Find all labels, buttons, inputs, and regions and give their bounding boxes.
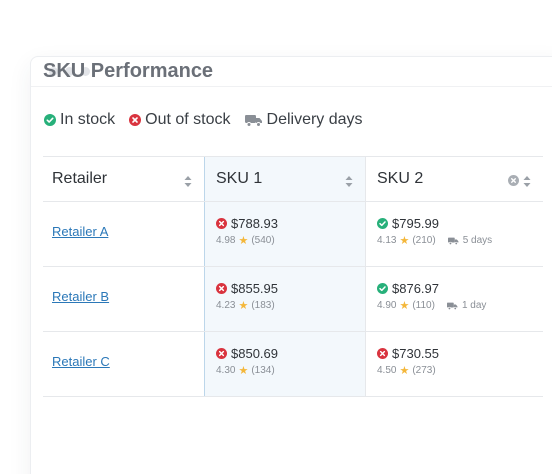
sku2-cell: $795.99 4.13 ★ (210) 5 days [365,202,543,266]
page-title: SKU Performance [43,60,214,82]
rating: 4.23 [216,300,236,311]
column-header-retailer[interactable]: Retailer [43,157,204,201]
sort-icon[interactable] [345,174,353,192]
column-header-label: SKU 2 [377,170,424,187]
price-line: $876.97 [377,281,439,296]
sku2-cell: $876.97 4.90 ★ (110) 1 day [365,267,543,331]
retailer-link[interactable]: Retailer A [52,224,108,239]
legend-delivery-days-label: Delivery days [266,111,363,128]
remove-column-icon[interactable] [508,173,519,191]
rating-line: 4.50 ★ (273) [377,364,436,377]
star-icon: ★ [238,300,249,312]
price: $855.95 [231,281,278,296]
legend-out-of-stock: Out of stock [129,111,231,129]
in-stock-icon [377,283,388,294]
review-count: (134) [251,365,275,376]
rating: 4.50 [377,365,397,376]
rating-line: 4.23 ★ (183) [216,299,275,312]
column-header-sku1[interactable]: SKU 1 [204,157,365,201]
star-icon: ★ [399,365,410,377]
rating-line: 4.98 ★ (540) [216,234,275,247]
column-header-sku2[interactable]: SKU 2 [365,157,543,201]
sku2-cell: $730.55 4.50 ★ (273) [365,332,543,396]
delivery-days: 1 day [461,300,487,311]
column-header-label: Retailer [52,170,108,187]
sku1-cell: $855.95 4.23 ★ (183) [204,267,365,331]
rating: 4.90 [377,300,397,311]
price: $795.99 [392,216,439,231]
retailer-cell: Retailer B [43,267,204,331]
sort-icon[interactable] [523,174,531,192]
legend: In stock Out of stock Delivery days [44,111,377,129]
price-line: $795.99 [377,216,439,231]
out-of-stock-icon [377,348,388,359]
rating: 4.30 [216,365,236,376]
retailer-link[interactable]: Retailer B [52,289,109,304]
rating-line: 4.13 ★ (210) 5 days [377,234,492,247]
star-icon: ★ [399,235,410,247]
x-circle-icon [129,114,142,126]
review-count: (273) [412,365,436,376]
table-row: Retailer A $788.93 4.98 ★ (540) $795.99 … [43,202,543,267]
rating-line: 4.90 ★ (110) 1 day [377,299,486,312]
price: $730.55 [392,346,439,361]
sku1-cell: $788.93 4.98 ★ (540) [204,202,365,266]
price-line: $850.69 [216,346,278,361]
review-count: (210) [412,235,436,246]
truck-icon [447,237,459,245]
out-of-stock-icon [216,218,227,229]
check-circle-icon [44,114,56,126]
retailer-cell: Retailer A [43,202,204,266]
retailer-cell: Retailer C [43,332,204,396]
table-row: Retailer B $855.95 4.23 ★ (183) $876.97 … [43,267,543,332]
price: $788.93 [231,216,278,231]
truck-icon [244,114,263,127]
table-row: Retailer C $850.69 4.30 ★ (134) $730.55 … [43,332,543,397]
delivery-days: 5 days [462,235,493,246]
star-icon: ★ [238,365,249,377]
retailer-link[interactable]: Retailer C [52,354,110,369]
delivery-info: 1 day [446,300,487,311]
star-icon: ★ [399,300,410,312]
review-count: (183) [251,300,275,311]
truck-icon [446,302,458,310]
rating: 4.98 [216,235,236,246]
legend-delivery-days: Delivery days [244,111,363,129]
sort-icon[interactable] [184,174,192,192]
sku-table: Retailer SKU 1 SKU 2 Retailer A $788.93 … [43,156,543,397]
star-icon: ★ [238,235,249,247]
in-stock-icon [377,218,388,229]
column-header-label: SKU 1 [216,170,263,187]
out-of-stock-icon [216,348,227,359]
legend-in-stock: In stock [44,111,115,129]
delivery-info: 5 days [447,235,493,246]
price-line: $730.55 [377,346,439,361]
review-count: (110) [412,300,435,311]
review-count: (540) [251,235,275,246]
price: $876.97 [392,281,439,296]
rating: 4.13 [377,235,397,246]
out-of-stock-icon [216,283,227,294]
price-line: $788.93 [216,216,278,231]
legend-in-stock-label: In stock [60,111,116,128]
rating-line: 4.30 ★ (134) [216,364,275,377]
sku1-cell: $850.69 4.30 ★ (134) [204,332,365,396]
price-line: $855.95 [216,281,278,296]
legend-out-of-stock-label: Out of stock [145,111,231,128]
price: $850.69 [231,346,278,361]
table-header-row: Retailer SKU 1 SKU 2 [43,157,543,202]
